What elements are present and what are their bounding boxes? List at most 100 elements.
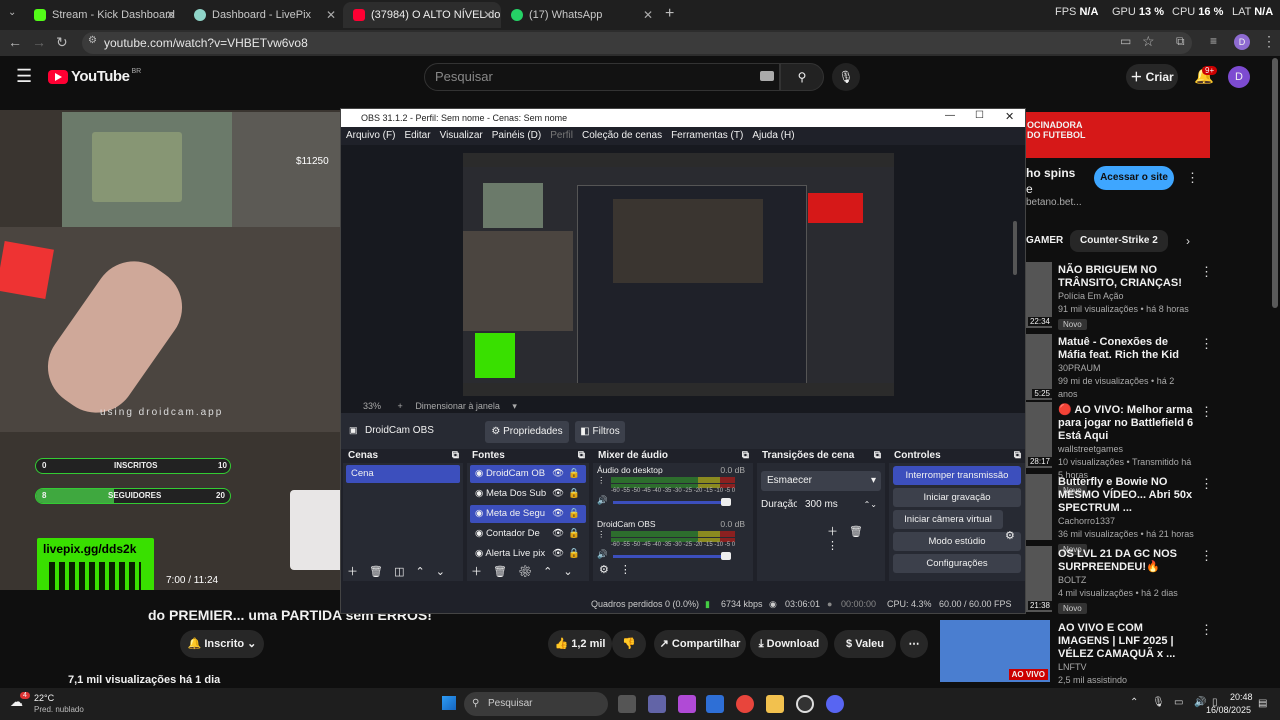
preview-scrollbar[interactable] [1013,221,1017,275]
file-explorer-icon[interactable] [766,695,784,713]
transition-toolbar[interactable]: ＋ 🗑 ⋮ [827,523,885,552]
source-toolbar-buttons[interactable]: ＋ 🗑 ⚙ ⌃ ⌄ [471,563,573,579]
control-button[interactable]: Interromper transmissão [893,466,1021,485]
close-icon[interactable]: ✕ [1005,110,1014,123]
mic-icon[interactable]: 🎙 [832,63,860,91]
yt-search-input[interactable]: Pesquisar [424,63,780,91]
dock-icon[interactable]: ⧉ [578,449,585,463]
eye-icon[interactable]: 👁 [552,525,564,543]
url-field[interactable]: youtube.com/watch?v=VHBETvw6vo8 [82,32,1192,54]
discord-icon[interactable] [826,695,844,713]
volume-icon[interactable]: 🔊 [597,549,608,560]
more-actions-icon[interactable]: ⋯ [900,630,928,658]
ad-banner[interactable]: OCINADORA DO FUTEBOL [1026,112,1210,158]
tab-search-icon[interactable]: ⌄ [8,7,16,18]
extensions-icon[interactable]: ⧉ [1176,34,1185,49]
copilot-icon[interactable] [678,695,696,713]
video-more-icon[interactable]: ⋮ [1200,404,1213,420]
reload-icon[interactable]: ↻ [56,34,68,51]
lock-icon[interactable]: 🔒 [568,505,580,523]
cast-icon[interactable]: ▭ [1120,34,1131,48]
source-item[interactable]: ◉ DroidCam OB 👁 🔒 [470,465,586,483]
windows-start-icon[interactable] [442,696,456,710]
like-button[interactable]: 👍 1,2 mil [548,630,612,658]
obs-preview[interactable] [341,145,1025,399]
dock-icon[interactable]: ⧉ [452,449,459,463]
eye-icon[interactable]: 👁 [552,485,564,503]
dock-icon[interactable]: ⧉ [742,449,749,463]
obs-menu-item[interactable]: Ajuda (H) [752,130,794,141]
zoom-add-icon[interactable]: + [398,401,403,411]
keyboard-icon[interactable] [760,71,774,81]
source-item[interactable]: ◉ Alerta Live pix 👁 🔒 [470,545,586,563]
tab-youtube[interactable]: (37984) O ALTO NÍVEL do PREMI ✕ [343,2,501,28]
channel-menu-icon[interactable]: ⋮ [597,529,606,540]
volume-icon[interactable]: 🔊 [1194,697,1206,708]
tab-kick[interactable]: Stream - Kick Dashboard ✕ [24,2,184,28]
eye-icon[interactable]: 👁 [552,505,564,523]
clock-date[interactable]: 16/08/2025 [1206,705,1251,715]
sidebar-video-card[interactable]: NÃO BRIGUEM NO TRÂNSITO, CRIANÇAS! Políci… [1058,264,1194,330]
video-thumbnail[interactable]: 5:25 [1026,334,1052,400]
filters-button[interactable]: ◧ Filtros [575,421,625,443]
dislike-icon[interactable]: 👎 [612,630,646,658]
control-button[interactable]: Iniciar câmera virtual [893,510,1003,529]
chip-cs2[interactable]: Counter-Strike 2 [1070,230,1168,252]
notification-center-icon[interactable]: ▤ [1258,698,1267,709]
chevron-right-icon[interactable]: › [1186,234,1190,248]
thanks-button[interactable]: $ Valeu [834,630,896,658]
tab-whatsapp[interactable]: (17) WhatsApp ✕ [501,2,661,28]
video-more-icon[interactable]: ⋮ [1200,336,1213,352]
site-info-icon[interactable]: ⚙ [88,35,97,46]
channel-menu-icon[interactable]: ⋮ [597,475,606,486]
obs-menu-item[interactable]: Visualizar [440,130,483,141]
sidebar-video-card[interactable]: Matuê - Conexões de Máfia feat. Rich the… [1058,336,1194,401]
back-icon[interactable]: ← [8,34,22,50]
mixer-toolbar[interactable]: ⚙ ⋮ [599,563,631,576]
obs-menu-item[interactable]: Ferramentas (T) [671,130,743,141]
video-thumbnail[interactable] [1026,474,1052,540]
obs-menu-item[interactable]: Painéis (D) [492,130,541,141]
video-thumbnail[interactable]: 21:38 [1026,546,1052,612]
create-button[interactable]: ＋ Criar [1126,64,1178,90]
lock-icon[interactable]: 🔒 [568,525,580,543]
sidebar-video-card[interactable]: Butterfly e Bowie NO MESMO VÍDEO... Abri… [1058,476,1194,555]
tab-livepix[interactable]: Dashboard - LivePix ✕ [184,2,344,28]
network-icon[interactable]: ▭ [1174,697,1183,708]
transition-select[interactable]: Esmaecer ▾ [761,471,881,491]
obs-menu-item[interactable]: Coleção de cenas [582,130,662,141]
bookmark-star-icon[interactable]: ☆ [1142,33,1155,50]
close-icon[interactable]: ✕ [166,8,176,22]
video-more-icon[interactable]: ⋮ [1200,622,1213,638]
volume-slider-handle[interactable] [721,552,731,560]
profile-avatar[interactable]: D [1234,34,1250,50]
clock-time[interactable]: 20:48 [1230,692,1253,702]
chrome-icon[interactable] [736,695,754,713]
share-button[interactable]: ↗ Compartilhar [654,630,746,658]
dock-icon[interactable]: ⧉ [874,449,881,463]
obs-taskbar-icon[interactable] [796,695,814,713]
volume-slider[interactable] [613,555,725,558]
close-icon[interactable]: ✕ [643,8,653,22]
duration-field[interactable]: 300 ms ⌃⌄ [797,495,881,515]
obs-menu-item[interactable]: Editar [404,130,430,141]
resize-mode[interactable]: Dimensionar à janela [415,401,500,411]
eye-icon[interactable]: 👁 [552,545,564,563]
control-button[interactable]: Iniciar gravação [893,488,1021,507]
close-icon[interactable]: ✕ [483,8,493,22]
sidebar-video-card[interactable]: OS LVL 21 DA GC NOS SURPREENDEU!🔥 BOLTZ 4 … [1058,548,1194,614]
chip-gamer[interactable]: GAMER [1026,230,1069,252]
tray-chevron-icon[interactable]: ⌃ [1130,697,1138,708]
ad-cta-button[interactable]: Acessar o site [1094,166,1174,190]
download-button[interactable]: ⤓ Download [750,630,828,658]
scene-toolbar[interactable]: ＋ 🗑 ◫ ⌃ ⌄ [347,563,445,579]
ad-more-icon[interactable]: ⋮ [1186,170,1199,186]
eye-icon[interactable]: 👁 [552,465,564,483]
control-button[interactable]: Configurações [893,554,1021,573]
youtube-logo[interactable]: YouTube BR [48,68,141,85]
lock-icon[interactable]: 🔒 [568,485,580,503]
volume-slider[interactable] [613,501,725,504]
photos-icon[interactable] [706,695,724,713]
properties-button[interactable]: ⚙ Propriedades [485,421,569,443]
lock-icon[interactable]: 🔒 [568,545,580,563]
